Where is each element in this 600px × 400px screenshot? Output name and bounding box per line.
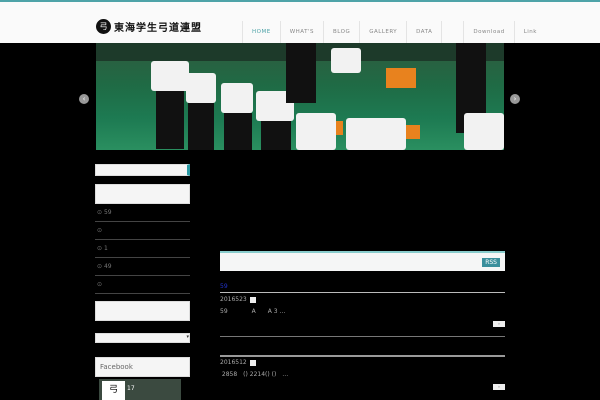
nav-download[interactable]: Download — [463, 21, 513, 43]
news-header: RSS — [220, 251, 505, 271]
date-text: 2016512 — [220, 359, 247, 366]
sidebar-widget-title — [95, 184, 190, 204]
hero-slider-image — [96, 43, 504, 150]
fb-count: 17 — [127, 385, 135, 392]
rss-button[interactable]: RSS — [482, 258, 500, 267]
archive-select[interactable]: ▾ — [95, 333, 190, 343]
sidebar-list-item[interactable]: ⊙ — [95, 276, 190, 294]
divider — [220, 355, 505, 357]
post-excerpt: 2858 () 2214() () … — [220, 371, 289, 378]
read-more-button[interactable]: » — [493, 321, 505, 327]
item-label: 59 — [103, 209, 112, 216]
header: 弓 東海学生弓道連盟 HOME WHAT'S BLOG GALLERY DATA… — [0, 2, 600, 43]
sidebar-list-item[interactable]: ⊙ — [95, 222, 190, 240]
item-label: 1 — [103, 245, 108, 252]
nav-link[interactable]: Link — [513, 21, 546, 43]
divider — [220, 292, 505, 293]
main-nav: HOME WHAT'S BLOG GALLERY DATA Download L… — [242, 21, 546, 43]
item-label: 49 — [103, 263, 112, 270]
sidebar-search-box[interactable] — [95, 164, 190, 176]
nav-gallery[interactable]: GALLERY — [359, 21, 406, 43]
read-more-button[interactable]: » — [493, 384, 505, 390]
nav-home[interactable]: HOME — [242, 21, 280, 43]
site-title: 東海学生弓道連盟 — [114, 23, 202, 34]
category-icon — [249, 359, 256, 366]
divider — [220, 336, 505, 337]
sidebar-list-item[interactable]: ⊙ 49 — [95, 258, 190, 276]
fb-logo-icon: 弓 — [102, 381, 125, 400]
nav-data[interactable]: DATA — [406, 21, 441, 43]
logo-emblem-icon: 弓 — [96, 19, 111, 34]
nav-empty[interactable] — [441, 21, 463, 43]
sidebar-list-item[interactable]: ⊙ 1 — [95, 240, 190, 258]
site-logo[interactable]: 弓 東海学生弓道連盟 — [96, 19, 202, 34]
post-date: 2016512 — [220, 359, 256, 366]
sidebar-list: ⊙ 59 ⊙ ⊙ 1 ⊙ 49 ⊙ — [95, 204, 190, 294]
slider-next-button[interactable]: › — [510, 94, 520, 104]
nav-blog[interactable]: BLOG — [322, 21, 359, 43]
sidebar-list-item[interactable]: ⊙ 59 — [95, 204, 190, 222]
facebook-widget-title: Facebook — [95, 357, 190, 377]
chevron-down-icon: ▾ — [186, 334, 189, 340]
post-date: 2016523 — [220, 296, 256, 303]
nav-whats[interactable]: WHAT'S — [279, 21, 323, 43]
section-link[interactable]: 59 — [220, 283, 228, 290]
date-text: 2016523 — [220, 296, 247, 303]
category-icon — [249, 296, 256, 303]
slider-prev-button[interactable]: ‹ — [79, 94, 89, 104]
sidebar-widget-title-2 — [95, 301, 190, 321]
post-excerpt: 59 A A 3 … — [220, 308, 286, 315]
facebook-page-plugin[interactable]: 弓 17 — [99, 379, 181, 400]
